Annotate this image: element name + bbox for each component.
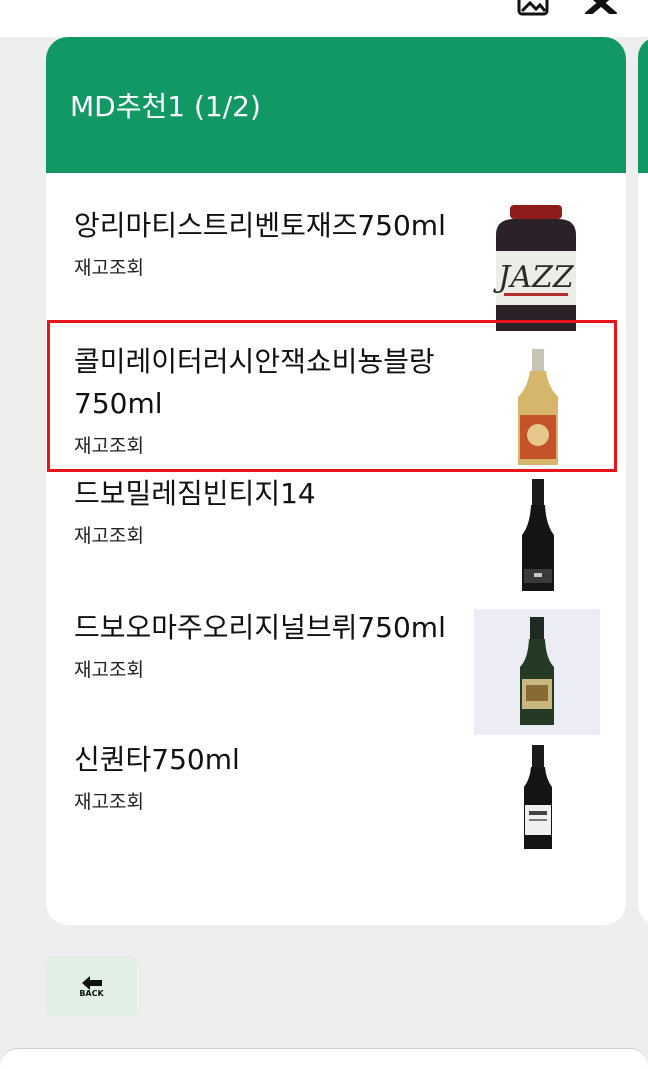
champagne-green-bottle-image: [474, 609, 600, 735]
next-card-peek[interactable]: [638, 37, 648, 925]
svg-text:JAZZ: JAZZ: [492, 260, 575, 295]
product-name[interactable]: 드보밀레짐빈티지14: [74, 473, 474, 515]
recommendation-card: MD추천1 (1/2) 앙리마티스트리벤토재즈750ml 재고조회 JAZZ 콜…: [46, 37, 626, 925]
back-button[interactable]: BACK: [46, 956, 137, 1016]
card-title: MD추천1 (1/2): [70, 90, 261, 123]
photo-icon[interactable]: [516, 0, 550, 16]
champagne-dark-bottle-image: [474, 477, 600, 603]
jazz-bottle-image: JAZZ: [474, 205, 600, 331]
product-name[interactable]: 신퀀타750ml: [74, 739, 474, 781]
back-label: BACK: [79, 988, 104, 998]
white-wine-bottle-image: [474, 345, 600, 471]
product-name[interactable]: 드보오마주오리지널브뤼750ml: [74, 607, 474, 649]
product-name[interactable]: 콜미레이터러시안잭쇼비뇽블랑750ml: [74, 341, 474, 425]
close-icon[interactable]: [582, 0, 620, 14]
product-name[interactable]: 앙리마티스트리벤토재즈750ml: [74, 205, 474, 247]
bottom-sheet-edge: [0, 1048, 648, 1069]
red-wine-bottle-image: [474, 743, 600, 869]
card-header: MD추천1 (1/2): [46, 37, 626, 173]
top-bar: [0, 0, 648, 37]
